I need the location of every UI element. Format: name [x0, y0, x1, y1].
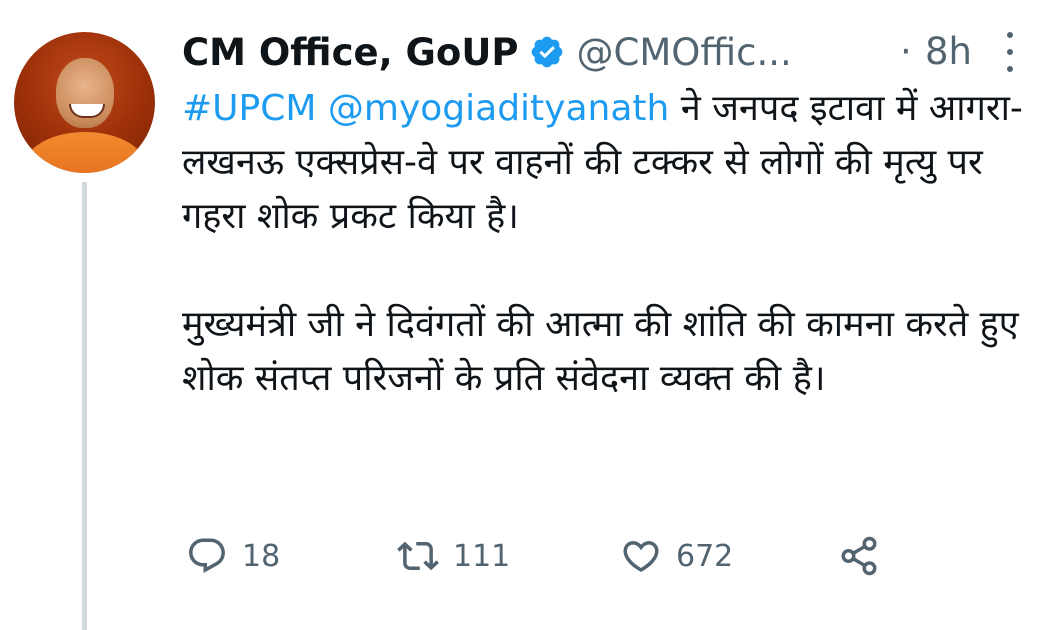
heart-icon	[623, 541, 659, 573]
like-count: 672	[676, 538, 734, 574]
author-display-name[interactable]: CM Office, GoUP	[182, 31, 519, 74]
tweet-body: #UPCM @myogiadityanath ने जनपद इटावा में…	[182, 82, 1042, 406]
tweet-header: CM Office, GoUP @CMOffic...	[182, 22, 792, 82]
separator-dot: ·	[900, 30, 912, 73]
tweet-timestamp[interactable]: 8h	[925, 22, 972, 82]
tweet-paragraph-1: #UPCM @myogiadityanath ने जनपद इटावा में…	[182, 82, 1042, 244]
author-handle[interactable]: @CMOffic...	[577, 31, 792, 74]
thread-connector-line	[82, 182, 87, 630]
avatar[interactable]	[14, 32, 155, 173]
verified-badge-icon	[529, 34, 565, 70]
more-vertical-icon[interactable]	[1000, 32, 1020, 72]
tweet-paragraph-2: मुख्यमंत्री जी ने दिवंगतों की आत्मा की श…	[182, 304, 1019, 399]
share-icon	[841, 536, 877, 576]
tweet-actions-bar: 18 111 672	[182, 528, 902, 584]
reply-count: 18	[242, 538, 281, 574]
share-button[interactable]	[838, 528, 880, 584]
retweet-count: 111	[453, 538, 511, 574]
reply-button[interactable]: 18	[186, 528, 280, 584]
retweet-icon	[397, 541, 439, 571]
hashtag-link[interactable]: #UPCM	[182, 88, 316, 129]
mention-link[interactable]: @myogiadityanath	[328, 88, 669, 129]
like-button[interactable]: 672	[620, 528, 733, 584]
reply-icon	[189, 538, 225, 573]
retweet-button[interactable]: 111	[397, 528, 510, 584]
avatar-robe	[24, 132, 146, 173]
